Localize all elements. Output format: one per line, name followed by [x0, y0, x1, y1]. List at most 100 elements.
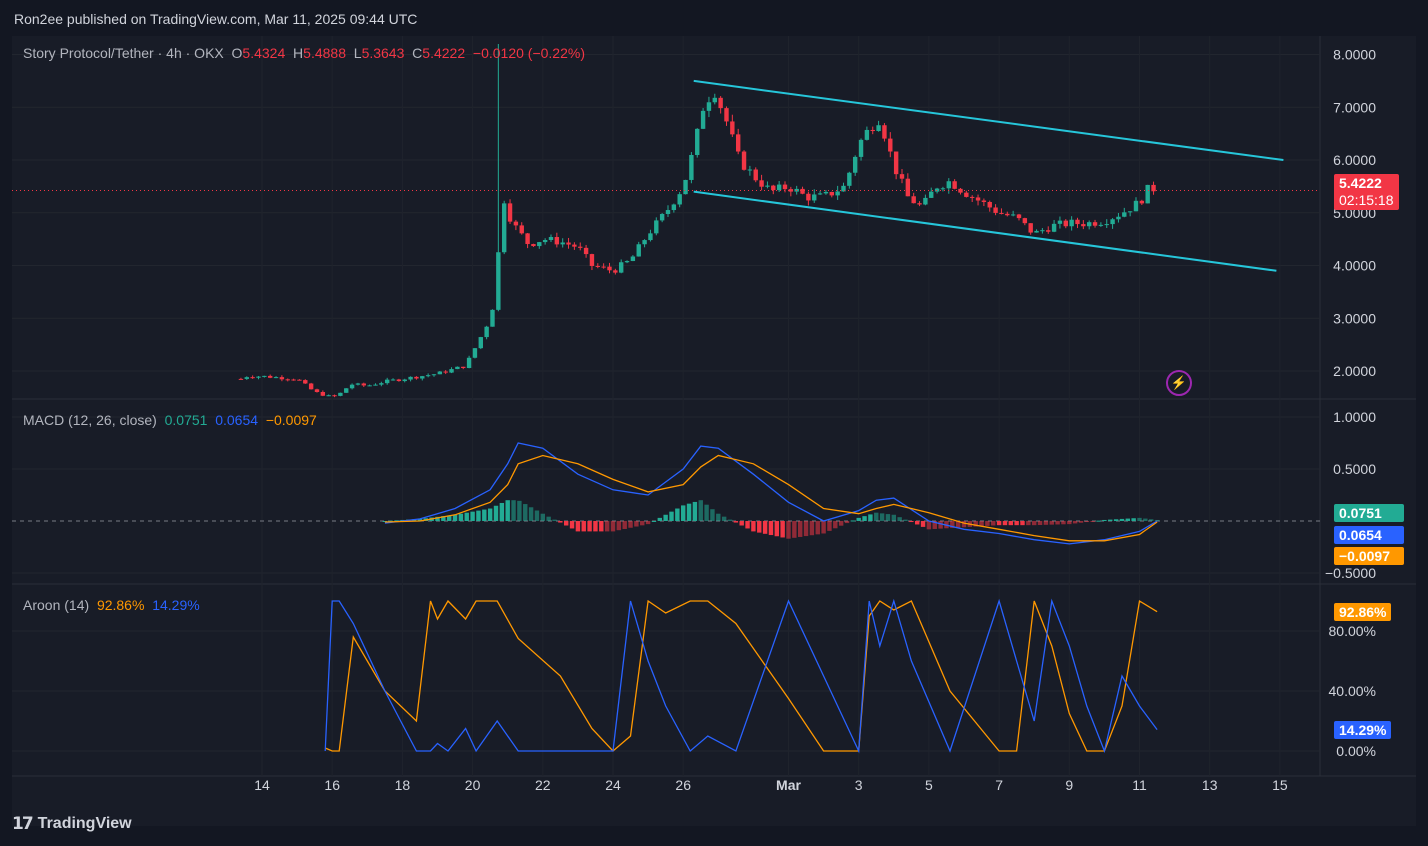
- price-tag-value: 5.4222: [1339, 175, 1382, 191]
- footer-logo[interactable]: 17 TradingView: [12, 814, 132, 834]
- macd-legend: MACD (12, 26, close) 0.0751 0.0654 −0.00…: [23, 412, 317, 428]
- candle-body: [899, 174, 905, 179]
- macd-histogram-bar: [523, 504, 528, 521]
- candle-body: [630, 256, 636, 262]
- x-tick-label: 15: [1272, 777, 1288, 793]
- lightning-icon[interactable]: ⚡: [1166, 370, 1192, 396]
- macd-histogram-bar: [938, 521, 943, 529]
- aroon-tick-label: 0.00%: [1336, 743, 1376, 759]
- macd-histogram-bar: [651, 521, 657, 522]
- macd-histogram-bar: [622, 521, 627, 529]
- candle-body: [490, 309, 495, 327]
- macd-histogram-bar: [640, 521, 645, 526]
- candle-body: [461, 366, 466, 368]
- macd-histogram-bar: [985, 521, 990, 526]
- macd-histogram-bar: [915, 521, 920, 525]
- candle-body: [1063, 220, 1068, 227]
- macd-histogram-bar: [920, 521, 926, 527]
- macd-histogram-bar: [961, 521, 967, 528]
- candle-body: [613, 270, 618, 273]
- candle-body: [905, 178, 911, 197]
- macd-tag-hist: 0.0751: [1334, 504, 1404, 522]
- candle-body: [496, 252, 501, 310]
- candle-body: [595, 265, 600, 267]
- candle-body: [659, 213, 665, 221]
- x-tick-label: 22: [535, 777, 551, 793]
- candle-body: [1122, 212, 1127, 217]
- chart-canvas[interactable]: 8.00007.00006.00005.00004.00003.00002.00…: [12, 36, 1416, 826]
- candle-body: [829, 191, 834, 196]
- close-label: C: [412, 45, 423, 61]
- candle-body: [1092, 222, 1098, 226]
- macd-histogram-bar: [1113, 519, 1119, 521]
- macd-histogram-bar: [1096, 520, 1101, 522]
- price-tick-label: 4.0000: [1333, 258, 1376, 274]
- candle-body: [273, 377, 279, 379]
- macd-histogram-bar: [575, 521, 581, 532]
- axes: 8.00007.00006.00005.00004.00003.00002.00…: [254, 47, 1376, 793]
- macd-histogram-bar: [768, 521, 774, 536]
- candle-body: [601, 266, 606, 268]
- aroon-tick-label: 40.00%: [1329, 683, 1376, 699]
- macd-histogram-bar: [838, 521, 844, 526]
- candle-body: [332, 395, 337, 397]
- macd-histogram-bar: [891, 514, 896, 521]
- change-value: −0.0120 (−0.22%): [472, 45, 585, 61]
- candle-body: [876, 125, 881, 132]
- symbol-label[interactable]: Story Protocol/Tether · 4h · OKX: [23, 45, 224, 61]
- candle-body: [507, 203, 513, 222]
- candle-body: [776, 184, 782, 191]
- macd-histogram-bar: [827, 521, 832, 531]
- macd-histogram-bar: [850, 520, 856, 522]
- candle-body: [981, 200, 987, 202]
- macd-histogram-bar: [856, 517, 861, 521]
- price-tick-label: 2.0000: [1333, 363, 1376, 379]
- chart-area[interactable]: 8.0000 7.0000 6.0000 5.0000 4.0000 3.0000 2.00…: [12, 36, 1416, 826]
- macd-histogram-bar: [1084, 521, 1090, 523]
- macd-histogram-bar: [1067, 521, 1072, 525]
- aroon-pane: [324, 598, 1158, 754]
- macd-legend-macd: 0.0654: [215, 412, 259, 428]
- candle-body: [314, 389, 320, 392]
- candle-body: [320, 391, 326, 396]
- macd-histogram-bar: [903, 519, 908, 521]
- macd-histogram-bar: [1131, 518, 1136, 521]
- macd-histogram-bar: [727, 519, 733, 521]
- macd-histogram-bar: [897, 517, 902, 521]
- candle-body: [1057, 220, 1063, 224]
- candle-body: [952, 181, 957, 189]
- candle-body: [870, 129, 875, 132]
- candle-body: [864, 129, 870, 140]
- candle-body: [964, 192, 969, 197]
- candle-body: [1010, 214, 1016, 216]
- aroon-tick-label: 80.00%: [1329, 623, 1376, 639]
- candle-body: [847, 172, 852, 186]
- macd-tick-label: −0.5000: [1325, 565, 1376, 581]
- aroon-title[interactable]: Aroon (14): [23, 597, 89, 613]
- macd-histogram-bar: [616, 521, 622, 531]
- candle-body: [987, 201, 992, 208]
- candle-body: [361, 383, 366, 386]
- macd-histogram-bar: [991, 521, 996, 526]
- low-label: L: [353, 45, 362, 61]
- candle-body: [531, 244, 536, 247]
- candle-body: [425, 375, 431, 377]
- high-label: H: [293, 45, 304, 61]
- high-value: 5.4888: [303, 45, 346, 61]
- macd-histogram-bar: [599, 521, 604, 532]
- candle-body: [888, 138, 893, 152]
- candle-body: [654, 220, 659, 234]
- tradingview-logo-icon: 17: [12, 814, 34, 834]
- candle-body: [969, 196, 975, 198]
- macd-tick-label: 0.5000: [1333, 461, 1376, 477]
- x-tick-label: 5: [925, 777, 933, 793]
- x-tick-label: 14: [254, 777, 270, 793]
- candle-body: [525, 233, 530, 245]
- macd-histogram-bar: [1102, 519, 1107, 521]
- candle-body: [1104, 224, 1109, 226]
- macd-title[interactable]: MACD (12, 26, close): [23, 412, 157, 428]
- macd-histogram-bar: [716, 513, 721, 521]
- macd-histogram-bar: [733, 521, 739, 523]
- macd-tag-signal: −0.0097: [1334, 547, 1404, 565]
- macd-histogram-bar: [1055, 521, 1060, 525]
